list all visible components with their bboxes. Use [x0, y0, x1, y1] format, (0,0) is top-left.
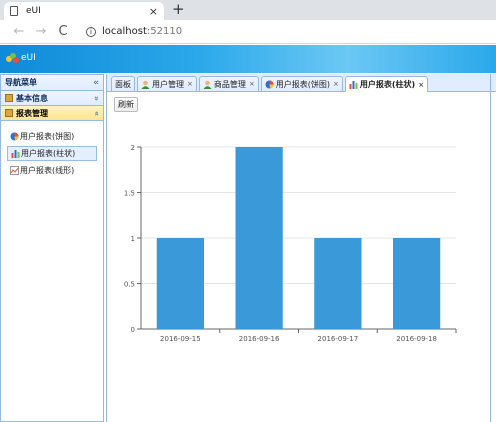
- reload-icon[interactable]: C: [52, 24, 74, 39]
- nav-panel: 导航菜单 « 基本信息 » 报表管理 » 用户报表(饼图) 用户报表(柱状) 用户报表(线…: [0, 74, 104, 422]
- main-panel: 面板 用户管理 × 商品管理 × 用户报表(饼图) × 用户报表(柱状) × 刷新 0 0.5 1 1…: [106, 74, 496, 422]
- close-icon[interactable]: ×: [249, 80, 255, 88]
- nav-header: 导航菜单 «: [1, 75, 103, 91]
- y-tick-label: 0.5: [124, 281, 135, 289]
- bar: [393, 238, 441, 329]
- bar-chart-icon: [11, 149, 20, 158]
- bar: [235, 147, 283, 329]
- address-bar: ← → C i localhost:52110: [0, 20, 496, 44]
- user-icon: [141, 80, 150, 89]
- panel-tab[interactable]: 用户报表(饼图) ×: [260, 76, 343, 91]
- folder-icon: [5, 109, 13, 117]
- panel-tab-label: 用户管理: [152, 79, 184, 89]
- line-chart-icon: [10, 166, 19, 175]
- browser-tab[interactable]: eUI ×: [4, 2, 164, 20]
- close-icon[interactable]: ×: [187, 80, 193, 88]
- y-tick-label: 1.5: [124, 190, 135, 198]
- nav-section-label: 基本信息: [16, 93, 48, 103]
- logo-icon: [6, 53, 19, 63]
- close-icon[interactable]: ×: [333, 80, 339, 88]
- app-header: eUI: [0, 45, 496, 73]
- x-tick-label: 2016-09-16: [239, 335, 280, 343]
- pie-chart-icon: [265, 80, 274, 89]
- y-tick-label: 2: [131, 144, 135, 152]
- panel-tab-label: 用户报表(柱状): [359, 80, 416, 89]
- nav-tree: 用户报表(饼图) 用户报表(柱状) 用户报表(线形): [1, 121, 103, 178]
- url-port: :52110: [146, 26, 183, 37]
- page-icon: [10, 6, 18, 16]
- pie-chart-icon: [10, 132, 19, 141]
- chevron-icon[interactable]: »: [92, 95, 101, 100]
- y-tick-label: 1: [131, 235, 135, 243]
- panel-tab-label: 面板: [115, 79, 131, 89]
- url-host: localhost: [102, 26, 147, 37]
- right-border: [490, 74, 491, 422]
- panel-tab[interactable]: 商品管理 ×: [198, 76, 259, 91]
- close-icon[interactable]: ×: [149, 5, 158, 18]
- nav-title: 导航菜单: [5, 78, 37, 87]
- panel-tabs: 面板 用户管理 × 商品管理 × 用户报表(饼图) × 用户报表(柱状) ×: [107, 74, 496, 92]
- bar: [156, 238, 204, 329]
- collapse-icon[interactable]: «: [93, 78, 99, 88]
- close-icon[interactable]: ×: [418, 81, 424, 89]
- panel-tab-label: 商品管理: [213, 79, 246, 89]
- logo-text: eUI: [21, 53, 36, 63]
- y-tick-label: 0: [131, 326, 135, 334]
- panel-tab[interactable]: 用户报表(柱状) ×: [344, 76, 429, 92]
- x-tick-label: 2016-09-18: [396, 335, 437, 343]
- panel-tab[interactable]: 用户管理 ×: [137, 76, 197, 91]
- panel-tab[interactable]: 面板: [111, 76, 135, 91]
- bar-chart-icon: [349, 80, 358, 89]
- nav-section-label: 报表管理: [16, 108, 48, 118]
- info-icon[interactable]: i: [86, 26, 96, 37]
- refresh-button[interactable]: 刷新: [114, 97, 138, 112]
- browser-tabstrip: eUI × +: [0, 0, 496, 20]
- nav-section-0[interactable]: 基本信息 »: [1, 91, 103, 106]
- app-logo: eUI: [6, 53, 36, 63]
- tree-item[interactable]: 用户报表(线形): [7, 163, 97, 178]
- x-tick-label: 2016-09-15: [160, 335, 201, 343]
- tree-item[interactable]: 用户报表(饼图): [7, 129, 97, 144]
- folder-icon: [5, 94, 13, 102]
- url-field[interactable]: localhost:52110: [102, 26, 182, 37]
- user-icon: [203, 80, 212, 89]
- panel-tab-label: 用户报表(饼图): [275, 79, 330, 89]
- forward-icon[interactable]: →: [30, 24, 52, 39]
- browser-tab-title: eUI: [26, 6, 41, 16]
- chevron-icon[interactable]: »: [92, 110, 101, 115]
- back-icon[interactable]: ←: [8, 24, 30, 39]
- bar: [314, 238, 362, 329]
- x-tick-label: 2016-09-17: [318, 335, 359, 343]
- tree-item[interactable]: 用户报表(柱状): [7, 146, 97, 161]
- new-tab-button[interactable]: +: [172, 1, 185, 17]
- tree-item-label: 用户报表(柱状): [21, 149, 76, 158]
- nav-section-1[interactable]: 报表管理 »: [1, 106, 103, 121]
- tree-item-label: 用户报表(线形): [20, 166, 75, 175]
- tree-item-label: 用户报表(饼图): [20, 132, 75, 141]
- bar-chart: 0 0.5 1 1.5 2 2016-09-15 2016-09-16 2016-09-17 2…: [124, 144, 457, 343]
